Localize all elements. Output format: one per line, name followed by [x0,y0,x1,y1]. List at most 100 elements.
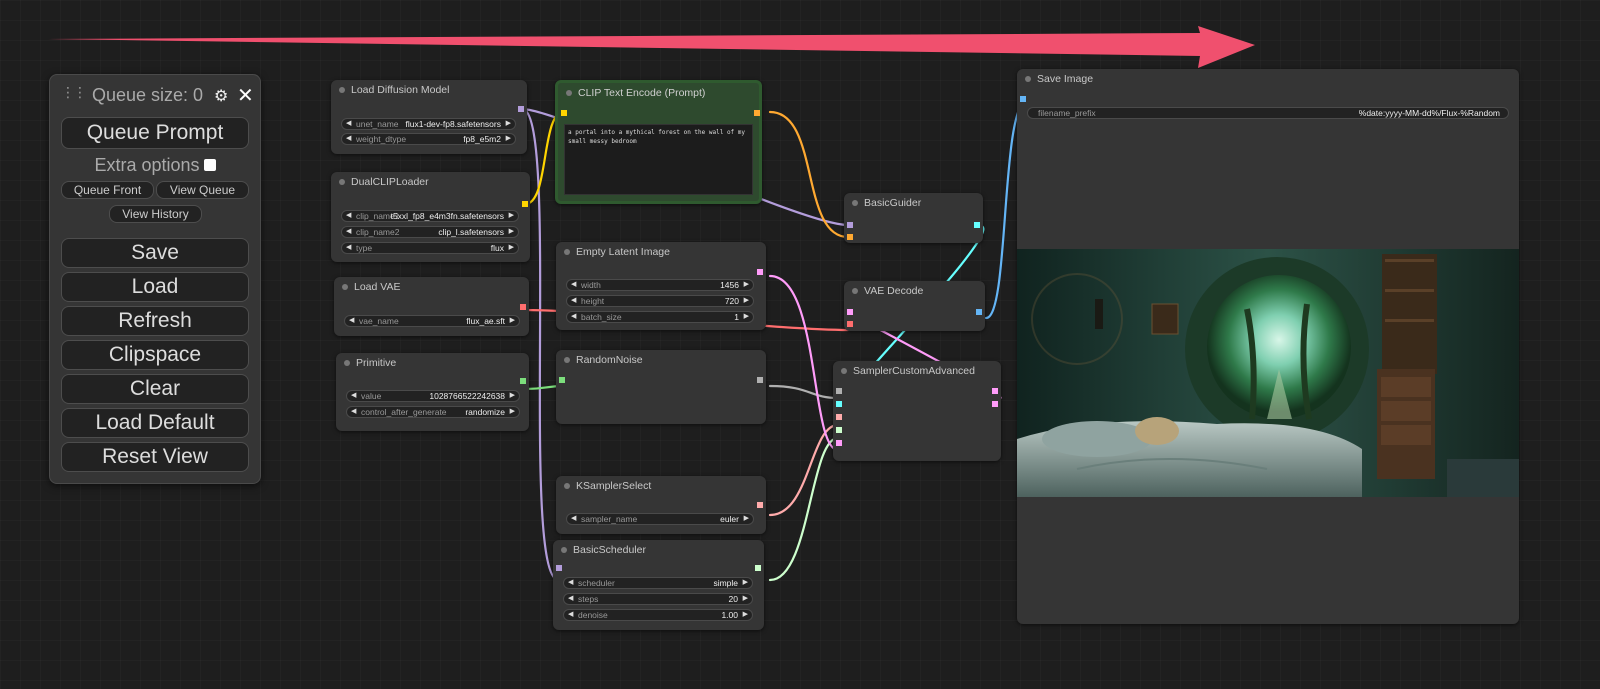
arrow-left-icon[interactable]: ◀ [571,312,576,322]
drag-handle-icon[interactable]: ⋮⋮ [61,85,87,99]
input-slot-sigmas[interactable] [836,427,842,433]
gear-icon[interactable]: ⚙ [214,86,228,106]
close-icon[interactable]: ✕ [237,83,254,108]
input-slot-guider[interactable] [836,401,842,407]
output-slot-sigmas[interactable] [755,565,761,571]
widget-width[interactable]: ◀ width 1456 ▶ [566,279,754,291]
arrow-left-icon[interactable]: ◀ [346,119,351,129]
widget-clip-name1[interactable]: ◀ clip_name1 t5xxl_fp8_e4m3fn.safetensor… [341,210,519,222]
input-slot-sampler[interactable] [836,414,842,420]
arrow-left-icon[interactable]: ◀ [346,211,351,221]
node-load-diffusion-model[interactable]: Load Diffusion Model ◀ unet_name flux1-d… [331,80,527,154]
arrow-left-icon[interactable]: ◀ [351,407,356,417]
extra-options-checkbox[interactable] [203,158,216,171]
node-primitive[interactable]: Primitive ◀ value 1028766522242638 ▶ ◀ c… [336,353,529,431]
queue-front-button[interactable]: Queue Front [61,181,154,199]
node-basic-guider[interactable]: BasicGuider [844,193,983,243]
arrow-left-icon[interactable]: ◀ [571,514,576,524]
arrow-left-icon[interactable]: ◀ [346,243,351,253]
refresh-button[interactable]: Refresh [61,306,249,336]
widget-sampler-name[interactable]: ◀ sampler_name euler ▶ [566,513,754,525]
load-default-button[interactable]: Load Default [61,408,249,438]
clear-button[interactable]: Clear [61,374,249,404]
arrow-left-icon[interactable]: ◀ [568,610,573,620]
widget-scheduler[interactable]: ◀ scheduler simple ▶ [563,577,753,589]
arrow-right-icon[interactable]: ▶ [743,610,748,620]
node-random-noise[interactable]: RandomNoise [556,350,766,424]
save-button[interactable]: Save [61,238,249,268]
clipspace-button[interactable]: Clipspace [61,340,249,370]
input-slot-samples[interactable] [847,309,853,315]
extra-options[interactable]: Extra options [50,155,260,176]
arrow-right-icon[interactable]: ▶ [743,578,748,588]
output-slot-latent[interactable] [757,269,763,275]
arrow-right-icon[interactable]: ▶ [744,280,749,290]
arrow-right-icon[interactable]: ▶ [744,514,749,524]
arrow-right-icon[interactable]: ▶ [509,243,514,253]
arrow-left-icon[interactable]: ◀ [571,280,576,290]
arrow-right-icon[interactable]: ▶ [743,594,748,604]
input-slot-model[interactable] [556,565,562,571]
arrow-left-icon[interactable]: ◀ [349,316,354,326]
input-slot-conditioning[interactable] [847,234,853,240]
arrow-right-icon[interactable]: ▶ [744,312,749,322]
arrow-right-icon[interactable]: ▶ [510,407,515,417]
arrow-right-icon[interactable]: ▶ [510,391,515,401]
widget-value[interactable]: ◀ value 1028766522242638 ▶ [346,390,520,402]
arrow-right-icon[interactable]: ▶ [509,227,514,237]
output-slot-denoised-output[interactable] [992,401,998,407]
queue-prompt-button[interactable]: Queue Prompt [61,117,249,149]
node-dual-clip-loader[interactable]: DualCLIPLoader ◀ clip_name1 t5xxl_fp8_e4… [331,172,530,262]
generated-image-preview[interactable] [1017,249,1519,497]
output-slot-int[interactable] [520,378,526,384]
node-ksampler-select[interactable]: KSamplerSelect ◀ sampler_name euler ▶ [556,476,766,534]
widget-weight-dtype[interactable]: ◀ weight_dtype fp8_e5m2 ▶ [341,133,516,145]
input-slot-noise[interactable] [836,388,842,394]
widget-type[interactable]: ◀ type flux ▶ [341,242,519,254]
arrow-right-icon[interactable]: ▶ [506,134,511,144]
arrow-right-icon[interactable]: ▶ [510,316,515,326]
input-slot-images[interactable] [1020,96,1026,102]
node-basic-scheduler[interactable]: BasicScheduler ◀ scheduler simple ▶ ◀ st… [553,540,764,630]
load-button[interactable]: Load [61,272,249,302]
node-empty-latent-image[interactable]: Empty Latent Image ◀ width 1456 ▶ ◀ heig… [556,242,766,330]
widget-clip-name2[interactable]: ◀ clip_name2 clip_l.safetensors ▶ [341,226,519,238]
arrow-left-icon[interactable]: ◀ [568,578,573,588]
view-history-button[interactable]: View History [109,205,202,223]
node-clip-text-encode[interactable]: CLIP Text Encode (Prompt) a portal into … [555,80,762,204]
node-sampler-custom-advanced[interactable]: SamplerCustomAdvanced [833,361,1001,461]
widget-unet-name[interactable]: ◀ unet_name flux1-dev-fp8.safetensors ▶ [341,118,516,130]
output-slot-image[interactable] [976,309,982,315]
widget-filename-prefix[interactable]: filename_prefix %date:yyyy-MM-dd%/Flux-%… [1027,107,1509,119]
node-load-vae[interactable]: Load VAE ◀ vae_name flux_ae.sft ▶ [334,277,529,336]
arrow-right-icon[interactable]: ▶ [509,211,514,221]
input-slot-clip[interactable] [561,110,567,116]
view-queue-button[interactable]: View Queue [156,181,249,199]
arrow-left-icon[interactable]: ◀ [571,296,576,306]
output-slot-conditioning[interactable] [754,110,760,116]
widget-denoise[interactable]: ◀ denoise 1.00 ▶ [563,609,753,621]
output-slot-guider[interactable] [974,222,980,228]
input-slot-vae[interactable] [847,321,853,327]
prompt-textarea[interactable]: a portal into a mythical forest on the w… [564,124,753,195]
arrow-right-icon[interactable]: ▶ [506,119,511,129]
input-slot-model[interactable] [847,222,853,228]
output-slot-model[interactable] [518,106,524,112]
output-slot-sampler[interactable] [757,502,763,508]
widget-height[interactable]: ◀ height 720 ▶ [566,295,754,307]
widget-control-after-generate[interactable]: ◀ control_after_generate randomize ▶ [346,406,520,418]
arrow-left-icon[interactable]: ◀ [351,391,356,401]
input-slot-noise-seed[interactable] [559,377,565,383]
arrow-left-icon[interactable]: ◀ [568,594,573,604]
node-vae-decode[interactable]: VAE Decode [844,281,985,331]
input-slot-latent-image[interactable] [836,440,842,446]
output-slot-clip[interactable] [522,201,528,207]
reset-view-button[interactable]: Reset View [61,442,249,472]
arrow-left-icon[interactable]: ◀ [346,134,351,144]
widget-steps[interactable]: ◀ steps 20 ▶ [563,593,753,605]
arrow-right-icon[interactable]: ▶ [744,296,749,306]
widget-vae-name[interactable]: ◀ vae_name flux_ae.sft ▶ [344,315,520,327]
output-slot-output[interactable] [992,388,998,394]
output-slot-vae[interactable] [520,304,526,310]
output-slot-noise[interactable] [757,377,763,383]
